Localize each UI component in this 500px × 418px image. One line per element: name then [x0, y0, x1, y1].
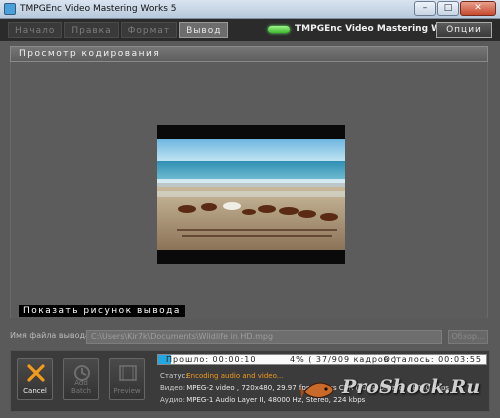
- app-icon: [4, 3, 16, 15]
- browse-button[interactable]: Обзор...: [448, 330, 488, 344]
- minimize-button[interactable]: –: [414, 1, 436, 16]
- output-file-input[interactable]: C:\Users\Kir7k\Documents\Wildlife in HD.…: [86, 330, 442, 344]
- output-file-row: Имя файла вывода: C:\Users\Kir7k\Documen…: [10, 330, 488, 344]
- show-output-image-toggle[interactable]: Показать рисунок вывода: [19, 305, 185, 317]
- step-tabs: Начало Правка Формат Вывод: [8, 22, 229, 38]
- watermark-text: ProShock.Ru: [342, 376, 481, 398]
- progress-percent: 4% ( 37/909 кадров ): [290, 355, 398, 364]
- preview-button[interactable]: Preview: [109, 358, 145, 400]
- tab-format[interactable]: Формат: [120, 22, 178, 38]
- status-key: Статус:: [160, 372, 188, 380]
- add-batch-button[interactable]: Add Batch: [63, 358, 99, 400]
- tab-edit[interactable]: Правка: [64, 22, 119, 38]
- cancel-label: Cancel: [23, 387, 47, 395]
- encode-preview-header: Просмотр кодирования: [10, 46, 488, 62]
- audio-key: Аудио:: [160, 396, 185, 404]
- encode-progress-bar: Прошло: 00:00:10 4% ( 37/909 кадров ) Ос…: [157, 354, 487, 365]
- cancel-button[interactable]: Cancel: [17, 358, 53, 400]
- watermark-fish-icon: [300, 382, 334, 398]
- preview-label: Preview: [113, 387, 141, 395]
- window-titlebar: TMPGEnc Video Mastering Works 5 – □ ✕: [0, 0, 500, 19]
- elapsed-time: Прошло: 00:00:10: [166, 355, 257, 364]
- section-title: Просмотр кодирования: [19, 49, 161, 59]
- audio-value: MPEG-1 Audio Layer II, 48000 Hz, Stereo,…: [186, 396, 366, 404]
- tab-start[interactable]: Начало: [8, 22, 63, 38]
- remaining-time: Осталось: 00:03:55: [383, 355, 482, 364]
- options-button[interactable]: Опции: [436, 22, 492, 38]
- add-batch-label: Add Batch: [70, 379, 92, 395]
- app-header: Начало Правка Формат Вывод TMPGEnc Video…: [0, 19, 500, 41]
- status-led-icon: [268, 25, 290, 33]
- output-file-label: Имя файла вывода:: [10, 331, 93, 340]
- window-title: TMPGEnc Video Mastering Works 5: [20, 4, 177, 14]
- cancel-x-icon: [27, 364, 45, 382]
- maximize-button[interactable]: □: [437, 1, 459, 16]
- close-button[interactable]: ✕: [460, 1, 496, 16]
- film-icon: [119, 365, 137, 381]
- video-frame-image: [157, 139, 345, 250]
- video-preview: [157, 125, 345, 264]
- tab-output[interactable]: Вывод: [179, 22, 229, 38]
- video-key: Видео:: [160, 384, 186, 392]
- status-value: Encoding audio and video...: [186, 372, 284, 380]
- preview-area: Показать рисунок вывода: [10, 62, 488, 318]
